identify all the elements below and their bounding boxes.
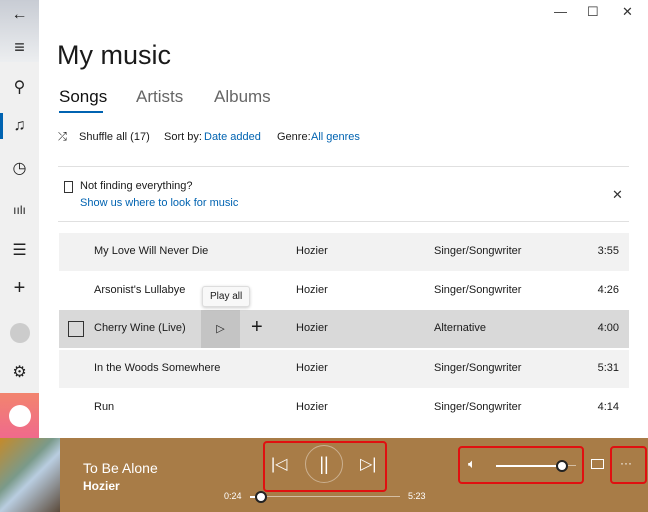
song-artist[interactable]: Hozier (296, 401, 328, 413)
song-duration: 4:26 (597, 284, 619, 296)
settings-gear-icon[interactable]: ⚙ (0, 357, 39, 387)
song-title: In the Woods Somewhere (94, 362, 221, 374)
song-duration: 3:55 (597, 245, 619, 257)
shuffle-all-button[interactable]: Shuffle all (17) (79, 131, 150, 143)
music-folders-link[interactable]: Show us where to look for music (80, 197, 238, 209)
previous-button[interactable]: |◁ (271, 454, 287, 474)
song-genre: Alternative (434, 322, 486, 334)
divider (58, 221, 629, 222)
song-title: Run (94, 401, 115, 413)
song-artist[interactable]: Hozier (296, 284, 328, 296)
tab-albums[interactable]: Albums (214, 87, 271, 107)
seek-thumb[interactable] (255, 491, 268, 503)
table-row[interactable]: Run Hozier Singer/Songwriter 4:14 (59, 389, 629, 427)
song-title: Cherry Wine (Live) (94, 322, 186, 334)
shuffle-icon[interactable]: ⤮ (58, 131, 67, 144)
mini-view-icon[interactable] (591, 459, 604, 469)
genre-dropdown[interactable]: All genres (311, 131, 360, 143)
add-icon[interactable]: + (0, 273, 39, 303)
hamburger-menu-icon[interactable]: ≡ (0, 32, 39, 62)
table-row[interactable]: In the Woods Somewhere Hozier Singer/Songw… (59, 350, 629, 388)
album-art (0, 438, 60, 512)
tooltip: Play all (202, 286, 251, 307)
table-row[interactable]: Arsonist's Lullabye Hozier Singer/Songwrit… (59, 272, 629, 310)
song-artist[interactable]: Hozier (296, 245, 328, 257)
song-genre: Singer/Songwriter (434, 245, 522, 257)
page-title: My music (57, 40, 171, 70)
playlist-icon[interactable]: ☰ (0, 235, 39, 265)
active-tab-indicator (59, 111, 103, 113)
dismiss-notice-button[interactable]: ✕ (612, 187, 623, 203)
song-duration: 5:31 (597, 362, 619, 374)
song-title: Arsonist's Lullabye (94, 284, 186, 296)
tab-songs[interactable]: Songs (59, 87, 107, 107)
clock-icon[interactable]: ◷ (0, 153, 39, 183)
song-genre: Singer/Songwriter (434, 284, 522, 296)
now-playing-icon[interactable]: ıılı (0, 195, 39, 225)
sort-label: Sort by: (164, 131, 202, 143)
song-artist[interactable]: Hozier (296, 362, 328, 374)
avatar[interactable] (0, 318, 39, 348)
table-row-selected[interactable]: Cherry Wine (Live) ▷ + Hozier Alternative… (59, 310, 629, 348)
genre-label: Genre: (277, 131, 311, 143)
sidebar: ← ≡ ⚲ ♫ ◷ ıılı ☰ + ⚙ (0, 0, 39, 438)
notice-text: Not finding everything? (80, 180, 193, 192)
more-options-button[interactable]: ··· (620, 456, 632, 470)
volume-slider[interactable] (496, 460, 576, 472)
music-icon[interactable]: ♫ (0, 111, 39, 141)
minimize-button[interactable]: — (554, 4, 567, 19)
song-artist[interactable]: Hozier (296, 322, 328, 334)
song-duration: 4:00 (597, 322, 619, 334)
spotify-icon[interactable] (0, 393, 39, 438)
select-checkbox[interactable] (68, 321, 84, 337)
pause-button[interactable]: || (305, 445, 343, 483)
maximize-button[interactable]: ☐ (587, 4, 599, 20)
next-button[interactable]: ▷| (360, 454, 376, 474)
tab-artists[interactable]: Artists (136, 87, 183, 107)
song-genre: Singer/Songwriter (434, 362, 522, 374)
song-genre: Singer/Songwriter (434, 401, 522, 413)
search-icon[interactable]: ⚲ (0, 72, 39, 102)
now-playing-artist[interactable]: Hozier (83, 479, 120, 493)
back-button[interactable]: ← (0, 0, 39, 30)
song-duration: 4:14 (597, 401, 619, 413)
player-bar: To Be Alone Hozier |◁ || ▷| 0:24 5:23 🔈︎… (0, 438, 648, 512)
document-icon (64, 181, 73, 193)
close-button[interactable]: ✕ (622, 4, 633, 20)
table-row[interactable]: My Love Will Never Die Hozier Singer/Songw… (59, 233, 629, 271)
elapsed-time: 0:24 (224, 491, 242, 501)
sort-dropdown[interactable]: Date added (204, 131, 261, 143)
total-time: 5:23 (408, 491, 426, 501)
volume-icon[interactable]: 🔈︎ (468, 456, 476, 472)
play-button[interactable]: ▷ (201, 310, 240, 348)
seek-slider[interactable] (250, 491, 400, 503)
now-playing-title: To Be Alone (83, 460, 158, 476)
divider (58, 166, 629, 167)
song-title: My Love Will Never Die (94, 245, 209, 257)
add-to-button[interactable]: + (251, 316, 263, 339)
